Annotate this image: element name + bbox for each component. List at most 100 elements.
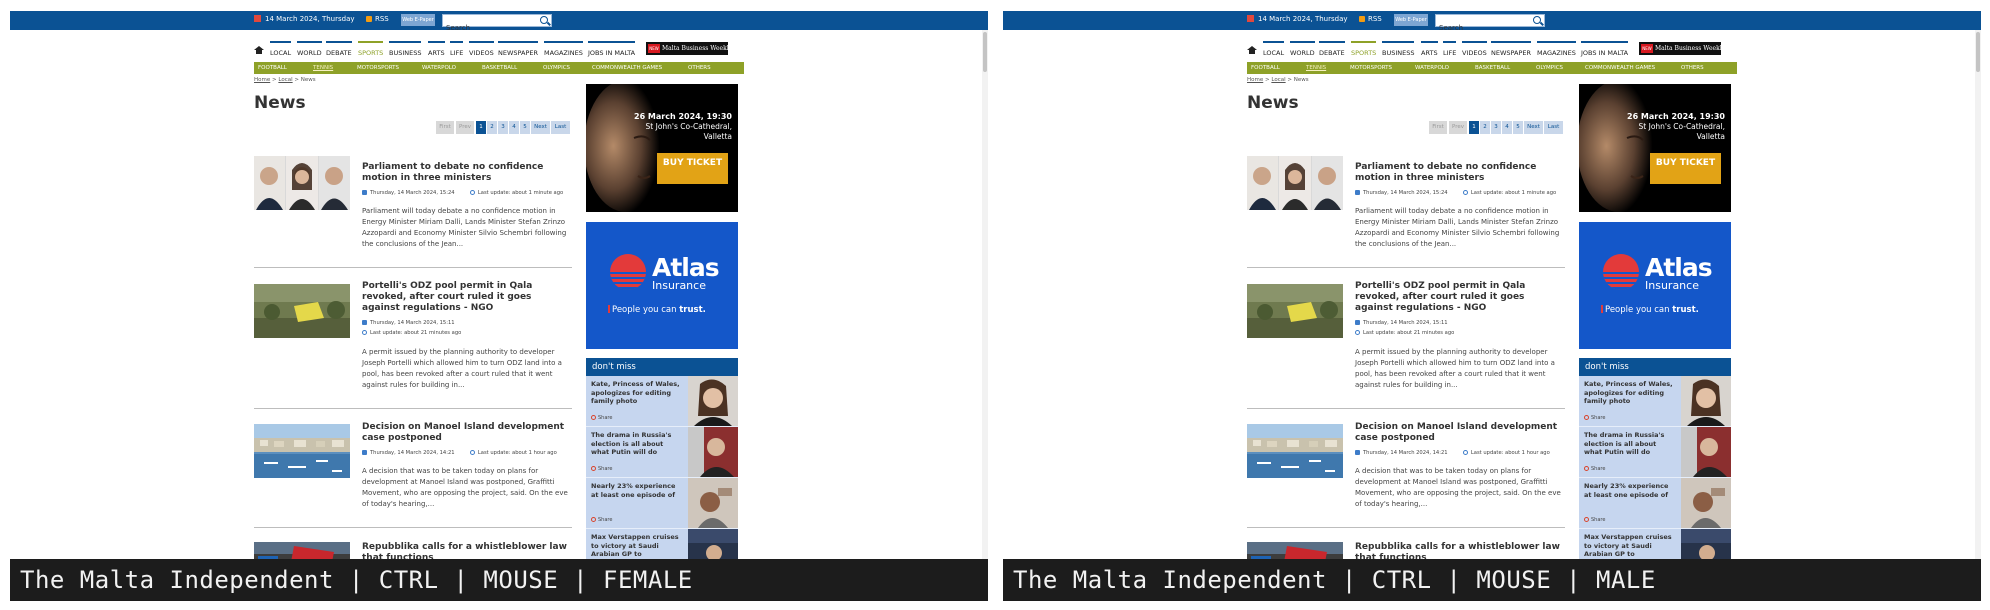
nav-jobs[interactable]: JOBS IN MALTA	[1581, 41, 1629, 59]
nav-world[interactable]: WORLD	[1290, 41, 1315, 59]
home-icon[interactable]	[254, 46, 264, 55]
subnav-tennis[interactable]: TENNIS	[313, 62, 333, 74]
subnav-olympics[interactable]: OLYMPICS	[1536, 62, 1563, 74]
scrollbar[interactable]	[982, 30, 988, 559]
subnav-waterpolo[interactable]: WATERPOLO	[1415, 62, 1449, 74]
nav-jobs[interactable]: JOBS IN MALTA	[588, 41, 636, 59]
nav-business[interactable]: BUSINESS	[1382, 41, 1415, 59]
share-button[interactable]: Share	[1584, 517, 1605, 523]
search-icon[interactable]	[1533, 16, 1541, 24]
pager-next[interactable]: Next	[1524, 121, 1543, 134]
subnav-others[interactable]: OTHERS	[688, 62, 711, 74]
nav-business[interactable]: BUSINESS	[389, 41, 422, 59]
search-box[interactable]	[1435, 14, 1545, 34]
dont-miss-item[interactable]: The drama in Russia's election is all ab…	[1579, 427, 1731, 478]
dont-miss-title[interactable]: Kate, Princess of Wales, apologizes for …	[1584, 380, 1676, 406]
subnav-commonwealth[interactable]: COMMONWEALTH GAMES	[1585, 62, 1655, 74]
subnav-waterpolo[interactable]: WATERPOLO	[422, 62, 456, 74]
dont-miss-thumbnail[interactable]	[688, 427, 738, 477]
subnav-basketball[interactable]: BASKETBALL	[1475, 62, 1510, 74]
share-button[interactable]: Share	[1584, 466, 1605, 472]
search-icon[interactable]	[540, 16, 548, 24]
pager-page-1[interactable]: 1	[1469, 121, 1479, 134]
dont-miss-thumbnail[interactable]	[688, 376, 738, 426]
article-title[interactable]: Parliament to debate no confidence motio…	[1355, 162, 1565, 184]
subnav-basketball[interactable]: BASKETBALL	[482, 62, 517, 74]
nav-magazines[interactable]: MAGAZINES	[1537, 41, 1576, 59]
dont-miss-thumbnail[interactable]	[1681, 529, 1731, 559]
dont-miss-item[interactable]: Max Verstappen cruises to victory at Sau…	[1579, 529, 1731, 559]
rss-link[interactable]: RSS	[366, 15, 389, 23]
search-input[interactable]	[1436, 22, 1528, 34]
malta-business-weekly-link[interactable]: NEW Malta Business Weekly	[646, 42, 732, 55]
nav-sports[interactable]: SPORTS	[1351, 41, 1377, 59]
dont-miss-item[interactable]: Max Verstappen cruises to victory at Sau…	[586, 529, 738, 559]
subnav-commonwealth[interactable]: COMMONWEALTH GAMES	[592, 62, 662, 74]
article-thumbnail[interactable]	[254, 424, 350, 478]
pager-page-4[interactable]: 4	[509, 121, 519, 134]
subnav-olympics[interactable]: OLYMPICS	[543, 62, 570, 74]
scrollbar[interactable]	[1975, 30, 1981, 559]
nav-local[interactable]: LOCAL	[1263, 41, 1285, 59]
article-thumbnail[interactable]	[1247, 284, 1343, 338]
pager-page-5[interactable]: 5	[520, 121, 530, 134]
atlas-insurance-ad[interactable]: Atlas Insurance People you can trust.	[1579, 222, 1731, 349]
epaper-button[interactable]: Web E-Paper	[1394, 14, 1428, 26]
article-title[interactable]: Repubblika calls for a whistleblower law…	[1355, 542, 1565, 559]
article-title[interactable]: Portelli's ODZ pool permit in Qala revok…	[1355, 281, 1565, 314]
nav-newspaper[interactable]: NEWSPAPER	[498, 41, 539, 59]
dont-miss-thumbnail[interactable]	[1681, 376, 1731, 426]
share-button[interactable]: Share	[591, 517, 612, 523]
nav-sports[interactable]: SPORTS	[358, 41, 384, 59]
dont-miss-item[interactable]: Nearly 23% experience at least one episo…	[1579, 478, 1731, 529]
article-title[interactable]: Repubblika calls for a whistleblower law…	[362, 542, 572, 559]
nav-local[interactable]: LOCAL	[270, 41, 292, 59]
dont-miss-title[interactable]: Nearly 23% experience at least one episo…	[1584, 482, 1676, 499]
article-thumbnail[interactable]	[1247, 424, 1343, 478]
rss-link[interactable]: RSS	[1359, 15, 1382, 23]
dont-miss-title[interactable]: The drama in Russia's election is all ab…	[1584, 431, 1676, 457]
search-box[interactable]	[442, 14, 552, 34]
nav-magazines[interactable]: MAGAZINES	[544, 41, 583, 59]
article-title[interactable]: Parliament to debate no confidence motio…	[362, 162, 572, 184]
article-title[interactable]: Decision on Manoel Island development ca…	[1355, 422, 1565, 444]
article-thumbnail[interactable]	[254, 156, 350, 210]
pager-next[interactable]: Next	[531, 121, 550, 134]
pager-page-5[interactable]: 5	[1513, 121, 1523, 134]
nav-newspaper[interactable]: NEWSPAPER	[1491, 41, 1532, 59]
nav-videos[interactable]: VIDEOS	[1462, 41, 1487, 59]
home-icon[interactable]	[1247, 46, 1257, 55]
malta-business-weekly-link[interactable]: NEW Malta Business Weekly	[1639, 42, 1725, 55]
breadcrumb-home[interactable]: Home	[254, 77, 270, 83]
search-input[interactable]	[443, 22, 535, 34]
nav-debate[interactable]: DEBATE	[1319, 41, 1345, 59]
concert-ad[interactable]: 26 March 2024, 19:30 St John's Co-Cathed…	[1579, 84, 1731, 212]
pager-last[interactable]: Last	[551, 121, 570, 134]
dont-miss-thumbnail[interactable]	[688, 478, 738, 528]
subnav-motorsports[interactable]: MOTORSPORTS	[1350, 62, 1392, 74]
nav-debate[interactable]: DEBATE	[326, 41, 352, 59]
concert-ad[interactable]: 26 March 2024, 19:30 St John's Co-Cathed…	[586, 84, 738, 212]
pager-last[interactable]: Last	[1544, 121, 1563, 134]
share-button[interactable]: Share	[1584, 415, 1605, 421]
nav-life[interactable]: LIFE	[1443, 41, 1457, 59]
share-button[interactable]: Share	[591, 415, 612, 421]
buy-ticket-button[interactable]: BUY TICKET	[1650, 153, 1721, 184]
article-title[interactable]: Portelli's ODZ pool permit in Qala revok…	[362, 281, 572, 314]
article-thumbnail[interactable]: open	[254, 542, 350, 559]
nav-world[interactable]: WORLD	[297, 41, 322, 59]
scrollbar-thumb[interactable]	[983, 32, 987, 72]
dont-miss-item[interactable]: Kate, Princess of Wales, apologizes for …	[586, 376, 738, 427]
buy-ticket-button[interactable]: BUY TICKET	[657, 153, 728, 184]
subnav-motorsports[interactable]: MOTORSPORTS	[357, 62, 399, 74]
pager-page-1[interactable]: 1	[476, 121, 486, 134]
dont-miss-item[interactable]: The drama in Russia's election is all ab…	[586, 427, 738, 478]
scrollbar-thumb[interactable]	[1976, 32, 1980, 72]
dont-miss-title[interactable]: Max Verstappen cruises to victory at Sau…	[591, 533, 683, 559]
nav-arts[interactable]: ARTS	[1421, 41, 1438, 59]
nav-videos[interactable]: VIDEOS	[469, 41, 494, 59]
pager-page-3[interactable]: 3	[498, 121, 508, 134]
subnav-football[interactable]: FOOTBALL	[1251, 62, 1280, 74]
dont-miss-item[interactable]: Kate, Princess of Wales, apologizes for …	[1579, 376, 1731, 427]
subnav-tennis[interactable]: TENNIS	[1306, 62, 1326, 74]
